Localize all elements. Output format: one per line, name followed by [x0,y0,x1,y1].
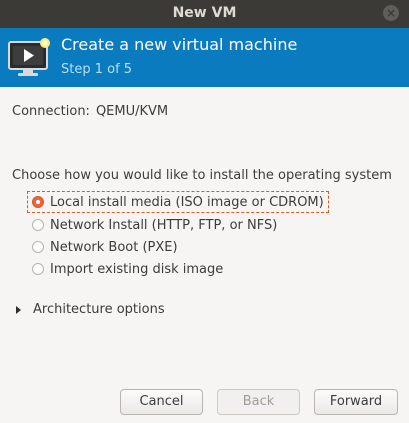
install-method-prompt: Choose how you would like to install the… [12,168,392,183]
forward-button[interactable]: Forward [314,389,398,415]
title-bar[interactable]: New VM × [0,0,409,28]
connection-label: Connection: [12,104,90,119]
radio-unselected-icon[interactable] [32,219,44,231]
option-label: Import existing disk image [50,261,224,277]
vm-monitor-icon [8,38,50,76]
connection-value: QEMU/KVM [95,104,169,119]
radio-unselected-icon[interactable] [32,263,44,275]
architecture-options-expander[interactable]: Architecture options [16,302,165,317]
option-network-install[interactable]: Network Install (HTTP, FTP, or NFS) [28,215,281,235]
radio-selected-icon[interactable] [32,196,44,208]
header-banner: Create a new virtual machine Step 1 of 5 [0,28,409,87]
close-button[interactable]: × [383,5,399,21]
option-label: Network Install (HTTP, FTP, or NFS) [50,217,278,233]
expander-arrow-icon[interactable] [16,305,21,314]
new-vm-window: New VM × Create a new virtual machine St… [0,0,409,423]
option-network-boot[interactable]: Network Boot (PXE) [28,237,182,257]
radio-unselected-icon[interactable] [32,241,44,253]
option-import-disk-image[interactable]: Import existing disk image [28,259,227,279]
option-label: Local install media (ISO image or CDROM) [50,194,324,210]
window-title: New VM [172,5,237,21]
page-title: Create a new virtual machine [61,35,298,54]
option-local-install-media[interactable]: Local install media (ISO image or CDROM) [27,191,329,213]
back-button[interactable]: Back [217,389,300,415]
option-label: Network Boot (PXE) [50,239,178,255]
architecture-options-label: Architecture options [33,302,165,317]
connection-row: Connection: QEMU/KVM [12,104,168,119]
step-indicator: Step 1 of 5 [61,62,133,77]
cancel-button[interactable]: Cancel [120,389,203,415]
